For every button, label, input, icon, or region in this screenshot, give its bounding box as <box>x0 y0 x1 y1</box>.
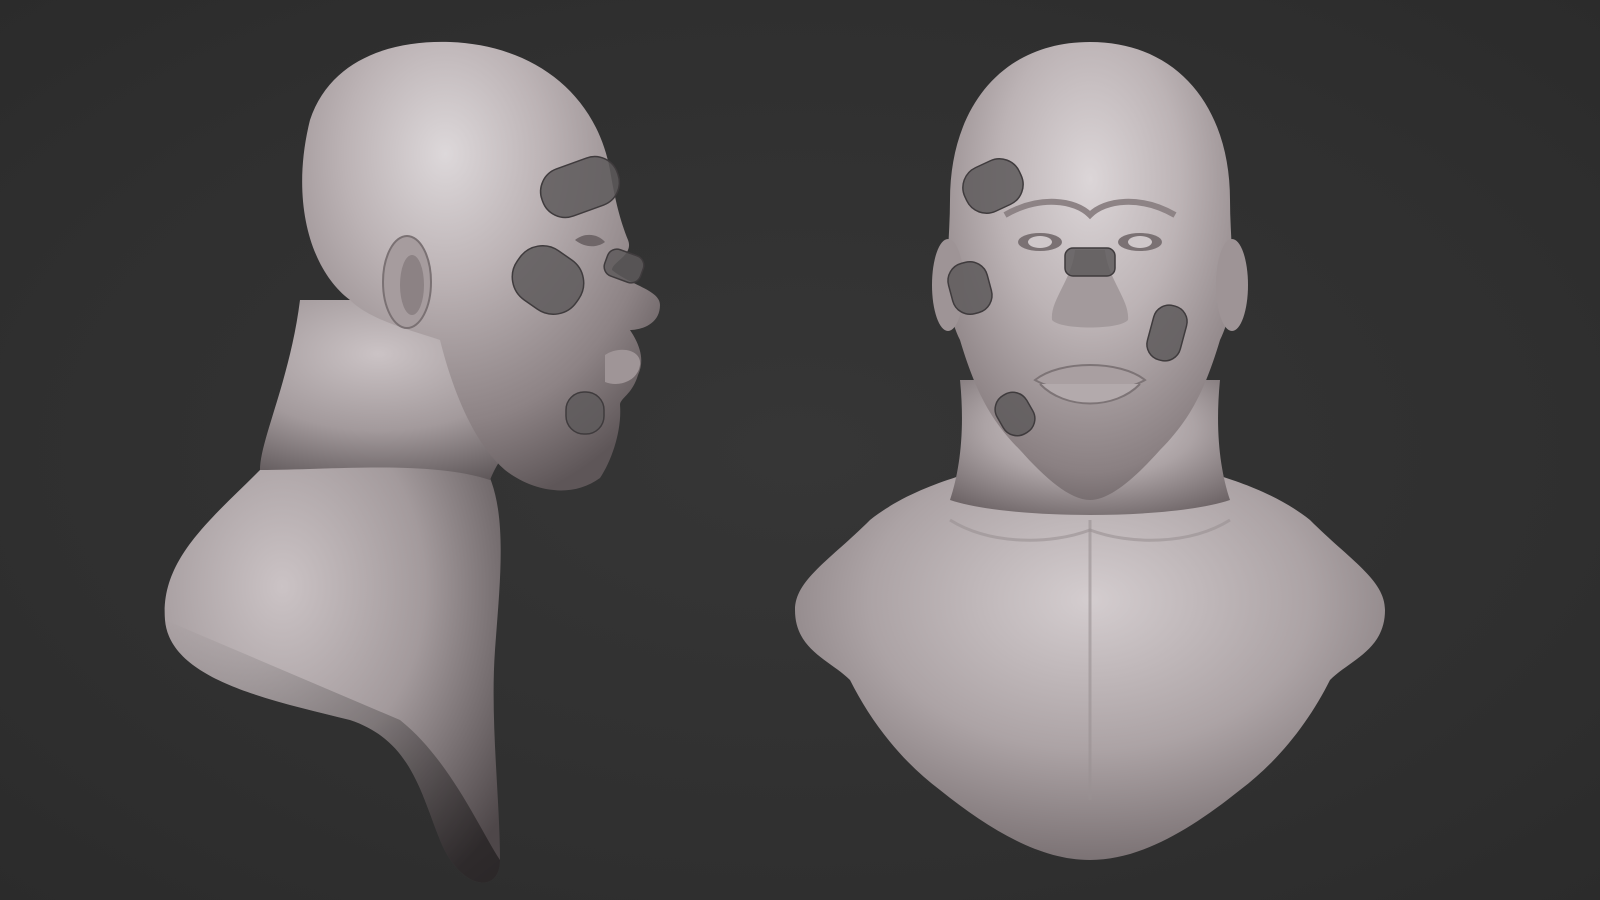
bust-profile-view <box>150 0 710 900</box>
viewport-canvas <box>0 0 1600 900</box>
bust-front-svg <box>795 42 1385 860</box>
bandage-chin <box>565 391 605 435</box>
bust-front-view <box>790 0 1390 900</box>
front-iris-right <box>1128 236 1152 248</box>
bust-profile-svg <box>164 41 660 883</box>
profile-ear-inner <box>400 255 424 315</box>
front-ear-right <box>1216 239 1248 331</box>
front-iris-left <box>1028 236 1052 248</box>
bandage-nose-bridge <box>1064 247 1116 277</box>
